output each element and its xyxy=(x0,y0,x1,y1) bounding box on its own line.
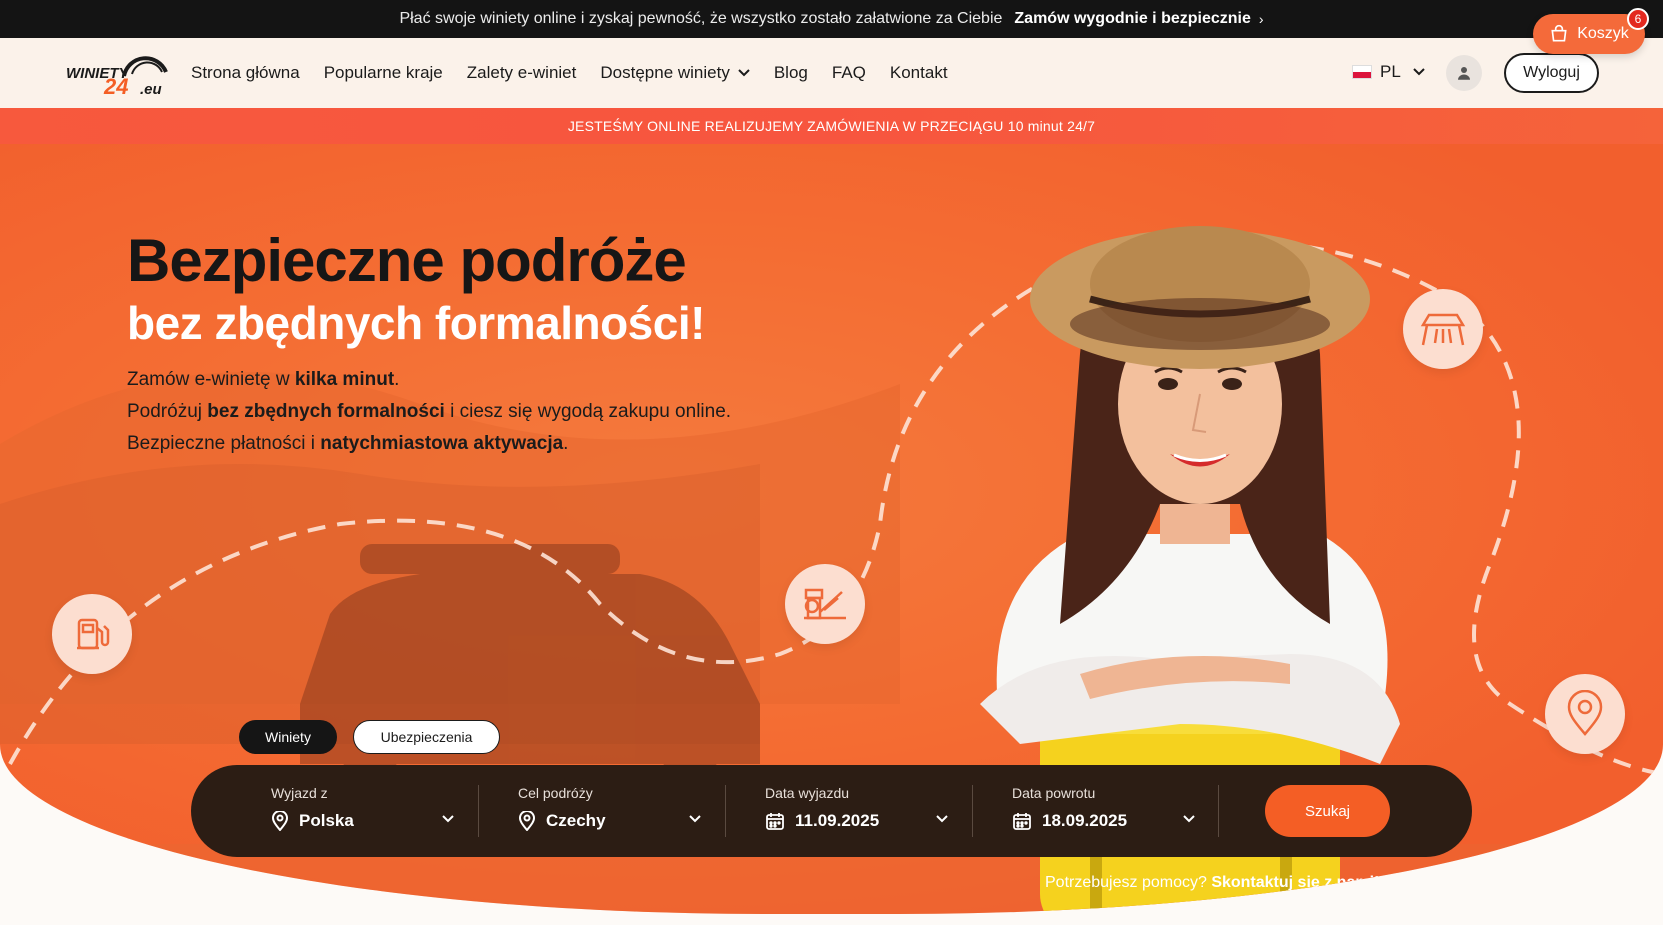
nav-item-contact[interactable]: Kontakt xyxy=(890,63,948,83)
contact-link[interactable]: Skontaktuj się z nami! xyxy=(1211,874,1379,891)
map-pin-icon xyxy=(1567,690,1603,736)
return-date-label: Data powrotu xyxy=(1012,785,1096,801)
tab-insurance[interactable]: Ubezpieczenia xyxy=(353,720,500,754)
toll-gate-icon xyxy=(804,588,846,620)
language-selector[interactable]: PL xyxy=(1352,62,1425,82)
map-pin-icon xyxy=(271,811,289,831)
toll-gate-icon-badge xyxy=(785,564,865,644)
chevron-right-icon: › xyxy=(1393,875,1399,890)
road-icon-badge xyxy=(1403,289,1483,369)
departure-country-label: Wyjazd z xyxy=(271,785,328,801)
destination-country-label: Cel podróży xyxy=(518,785,593,801)
main-navigation: WINIETY 24 .eu Strona główna Popularne k… xyxy=(0,38,1663,108)
return-date-value: 18.09.2025 xyxy=(1042,811,1128,830)
departure-date-picker[interactable]: Data wyjazdu 11.09.2025 xyxy=(765,765,948,857)
calendar-icon xyxy=(1013,813,1031,830)
cart-label: Koszyk xyxy=(1577,25,1629,42)
cart-count-badge: 6 xyxy=(1627,8,1649,30)
departure-country-select[interactable]: Wyjazd z Polska xyxy=(271,765,454,857)
language-code: PL xyxy=(1380,62,1401,81)
field-divider xyxy=(478,785,479,837)
chevron-down-icon xyxy=(689,815,701,823)
promo-bar: Płać swoje winiety online i zyskaj pewno… xyxy=(0,0,1663,38)
nav-menu: Strona główna Popularne kraje Zalety e-w… xyxy=(191,38,972,108)
departure-date-value: 11.09.2025 xyxy=(795,811,880,830)
tab-vignettes[interactable]: Winiety xyxy=(239,720,337,754)
hero-title: Bezpieczne podróże xyxy=(127,227,687,294)
calendar-icon xyxy=(766,813,784,830)
location-pin-icon-badge xyxy=(1545,674,1625,754)
help-contact: Potrzebujesz pomocy? Skontaktuj się z na… xyxy=(1045,874,1398,892)
field-divider xyxy=(725,785,726,837)
search-button[interactable]: Szukaj xyxy=(1265,785,1390,837)
logo-text-24: 24 xyxy=(103,74,128,96)
departure-date-label: Data wyjazdu xyxy=(765,785,850,801)
destination-country-select[interactable]: Cel podróży Czechy xyxy=(518,765,701,857)
return-date-picker[interactable]: Data powrotu 18.09.2025 xyxy=(1012,765,1195,857)
chevron-down-icon xyxy=(442,815,454,823)
search-form: Wyjazd z Polska Cel podróży Czechy Data … xyxy=(191,765,1472,857)
field-divider xyxy=(1218,785,1219,837)
chevron-down-icon xyxy=(1413,68,1425,76)
hero-subtitle: bez zbędnych formalności! xyxy=(127,297,705,349)
hero-section: Bezpieczne podróże bez zbędnych formalno… xyxy=(0,144,1663,914)
nav-item-available-vignettes[interactable]: Dostępne winiety xyxy=(600,63,750,83)
poland-flag-icon xyxy=(1352,65,1372,79)
nav-item-home[interactable]: Strona główna xyxy=(191,63,300,83)
logout-button[interactable]: Wyloguj xyxy=(1504,53,1599,93)
promo-message: Płać swoje winiety online i zyskaj pewno… xyxy=(399,10,1003,27)
chevron-right-icon: › xyxy=(1258,11,1264,27)
cart-button[interactable]: Koszyk 6 xyxy=(1533,8,1649,54)
chevron-down-icon xyxy=(1183,815,1195,823)
fuel-pump-icon xyxy=(77,618,110,650)
field-divider xyxy=(972,785,973,837)
user-account-button[interactable] xyxy=(1446,55,1482,91)
chevron-down-icon xyxy=(738,69,750,77)
destination-country-value: Czechy xyxy=(546,811,606,830)
nav-item-faq[interactable]: FAQ xyxy=(832,63,866,83)
nav-item-advantages[interactable]: Zalety e-winiet xyxy=(467,63,577,83)
nav-item-blog[interactable]: Blog xyxy=(774,63,808,83)
fuel-station-icon-badge xyxy=(52,594,132,674)
help-question: Potrzebujesz pomocy? xyxy=(1045,874,1207,891)
shopping-bag-icon xyxy=(1551,24,1567,42)
map-pin-icon xyxy=(518,811,536,831)
departure-country-value: Polska xyxy=(299,811,354,830)
hero-description: Zamów e-winietę w kilka minut. Podróżuj … xyxy=(127,369,732,454)
announcement-banner: JESTEŚMY ONLINE REALIZUJEMY ZAMÓWIENIA W… xyxy=(0,108,1663,144)
nav-item-popular-countries[interactable]: Popularne kraje xyxy=(324,63,443,83)
logo-text-eu: .eu xyxy=(140,81,162,96)
user-icon xyxy=(1458,67,1470,80)
logo[interactable]: WINIETY 24 .eu xyxy=(66,52,172,99)
promo-link[interactable]: Zamów wygodnie i bezpiecznie xyxy=(1014,10,1250,28)
chevron-down-icon xyxy=(936,815,948,823)
road-icon xyxy=(1420,313,1466,346)
